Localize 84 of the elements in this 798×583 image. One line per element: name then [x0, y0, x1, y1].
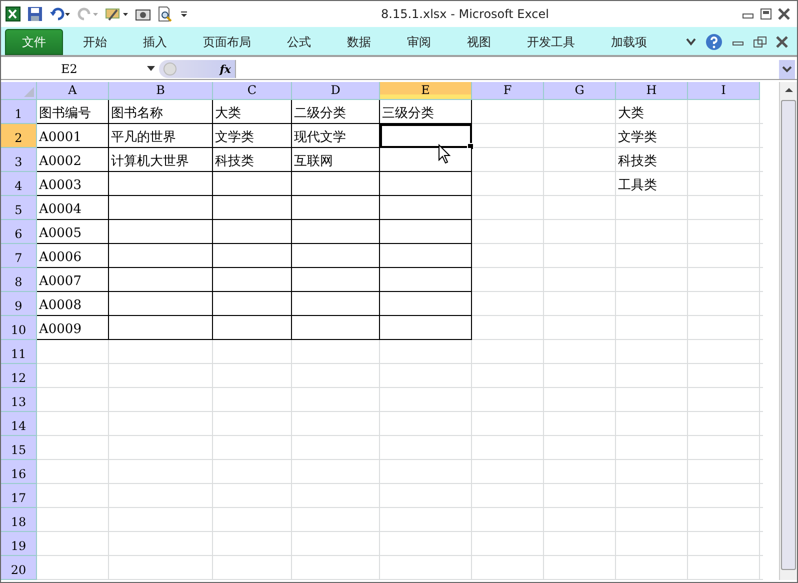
- ribbon-tab[interactable]: 数据: [331, 29, 387, 55]
- print-preview-icon[interactable]: [157, 6, 173, 22]
- ribbon-tab[interactable]: 公式: [271, 29, 327, 55]
- table-cell-text: 工具类: [617, 177, 658, 195]
- chevron-icon[interactable]: [685, 37, 697, 47]
- table-cell-text: 文学类: [617, 129, 658, 147]
- table-cell: 文学类: [213, 124, 292, 148]
- table-cell-text: 大类: [617, 105, 645, 123]
- table-cell: A0002: [37, 148, 109, 172]
- row-header[interactable]: 7: [1, 244, 37, 268]
- tools-icon[interactable]: [105, 6, 129, 22]
- restore-icon[interactable]: [753, 36, 767, 48]
- close-icon[interactable]: [777, 8, 791, 20]
- help-icon[interactable]: [705, 33, 723, 51]
- spreadsheet-app-icon: [5, 6, 21, 22]
- row-header[interactable]: 8: [1, 268, 37, 292]
- row-header[interactable]: 1: [1, 100, 37, 124]
- ribbon-tab[interactable]: 加载项: [595, 29, 663, 55]
- column-header[interactable]: B: [109, 82, 213, 100]
- column-header[interactable]: I: [688, 82, 760, 100]
- row-header[interactable]: 17: [1, 484, 37, 508]
- ribbon-tab[interactable]: 开发工具: [511, 29, 591, 55]
- table-cell: A0007: [37, 268, 109, 292]
- table-cell: A0009: [37, 316, 109, 340]
- row-header[interactable]: 18: [1, 508, 37, 532]
- undo-icon[interactable]: [49, 6, 71, 22]
- table-cell: 现代文学: [292, 124, 380, 148]
- save-icon[interactable]: [27, 6, 43, 22]
- table-cell: 图书名称: [109, 100, 213, 124]
- table-cell-text: 科技类: [617, 153, 658, 171]
- row-header[interactable]: 11: [1, 340, 37, 364]
- row-header[interactable]: 14: [1, 412, 37, 436]
- row-header[interactable]: 3: [1, 148, 37, 172]
- table-cell: 图书编号: [37, 100, 109, 124]
- row-header[interactable]: 6: [1, 220, 37, 244]
- ribbon-tab[interactable]: 页面布局: [187, 29, 267, 55]
- table-cell: 计算机大世界: [109, 148, 213, 172]
- close-icon[interactable]: [775, 36, 789, 48]
- row-header[interactable]: 4: [1, 172, 37, 196]
- mouse-pointer-icon: [438, 144, 451, 164]
- column-header[interactable]: E: [380, 82, 472, 100]
- row-header[interactable]: 2: [1, 124, 37, 148]
- table-cell: A0004: [37, 196, 109, 220]
- window-title: 8.15.1.xlsx - Microsoft Excel: [381, 7, 549, 21]
- row-header[interactable]: 19: [1, 532, 37, 556]
- table-cell: A0005: [37, 220, 109, 244]
- row-header[interactable]: 9: [1, 292, 37, 316]
- column-header[interactable]: D: [292, 82, 380, 100]
- ribbon-tab[interactable]: 审阅: [391, 29, 447, 55]
- ribbon-tab[interactable]: 文件: [5, 29, 63, 55]
- row-header[interactable]: 12: [1, 364, 37, 388]
- row-header[interactable]: 5: [1, 196, 37, 220]
- row-header[interactable]: 13: [1, 388, 37, 412]
- column-header[interactable]: G: [544, 82, 616, 100]
- active-cell[interactable]: [380, 124, 472, 148]
- row-header[interactable]: 16: [1, 460, 37, 484]
- scroll-thumb[interactable]: [781, 100, 796, 570]
- scroll-up-icon[interactable]: [784, 86, 794, 94]
- triangle-icon: [24, 87, 34, 97]
- table-cell: A0006: [37, 244, 109, 268]
- column-header[interactable]: C: [213, 82, 292, 100]
- expand-formula-bar-icon[interactable]: [779, 60, 795, 78]
- ribbon-tab[interactable]: 视图: [451, 29, 507, 55]
- column-header[interactable]: A: [37, 82, 109, 100]
- restore-icon[interactable]: [759, 8, 773, 20]
- name-box[interactable]: E2: [1, 60, 159, 78]
- column-header[interactable]: F: [472, 82, 544, 100]
- row-header[interactable]: 20: [1, 556, 37, 580]
- table-cell: 大类: [213, 100, 292, 124]
- table-cell: 科技类: [213, 148, 292, 172]
- vertical-scrollbar[interactable]: [779, 82, 797, 580]
- table-cell: A0003: [37, 172, 109, 196]
- table-cell: A0001: [37, 124, 109, 148]
- table-cell: 平凡的世界: [109, 124, 213, 148]
- table-cell: 互联网: [292, 148, 380, 172]
- table-cell: 三级分类: [380, 100, 472, 124]
- row-header[interactable]: 15: [1, 436, 37, 460]
- table-cell: A0008: [37, 292, 109, 316]
- table-cell: 二级分类: [292, 100, 380, 124]
- column-header[interactable]: H: [616, 82, 688, 100]
- ribbon-tab[interactable]: 开始: [67, 29, 123, 55]
- row-header[interactable]: 10: [1, 316, 37, 340]
- insert-function-button[interactable]: fx: [220, 62, 231, 76]
- ribbon-tab[interactable]: 插入: [127, 29, 183, 55]
